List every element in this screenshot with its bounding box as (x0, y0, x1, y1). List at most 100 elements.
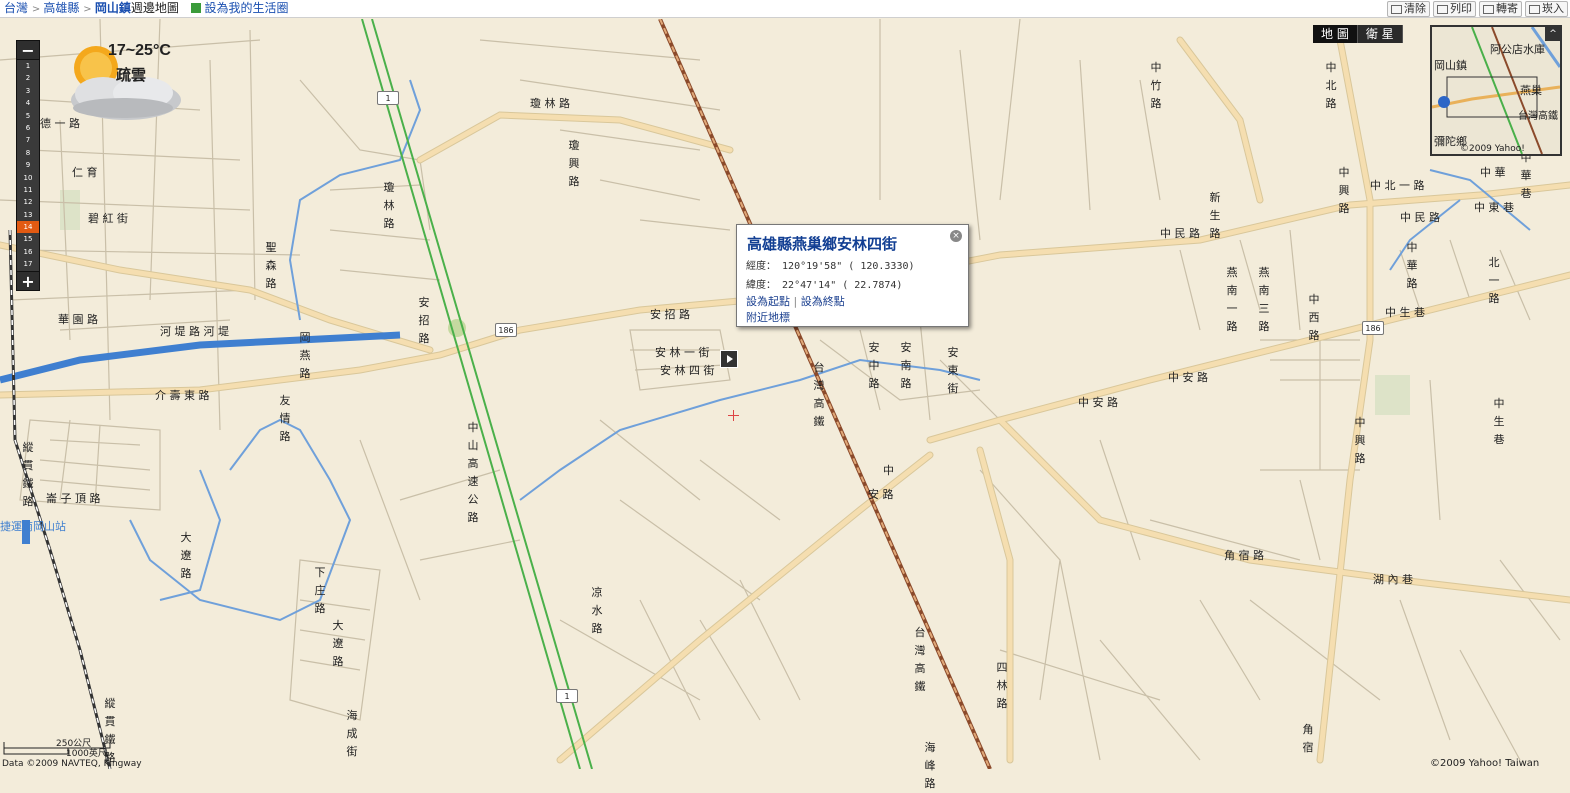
forward-button[interactable]: 轉寄 (1479, 1, 1522, 17)
set-end-link[interactable]: 設為終點 (801, 295, 845, 308)
print-button[interactable]: 列印 (1433, 1, 1476, 17)
zoom-level-6[interactable]: 6 (17, 122, 39, 134)
road-label: 中 生 巷 (1493, 397, 1505, 446)
map-center-crosshair (728, 410, 739, 421)
road-shield: 186 (1362, 321, 1384, 335)
overview-toggle-button[interactable]: ^ (1545, 27, 1561, 41)
road-label: 下 庄 路 (314, 566, 326, 615)
road-label: 中 竹 路 (1150, 61, 1162, 110)
map-view-button[interactable]: 地 圖 (1313, 25, 1358, 43)
road-label: 中 山 高 速 公 路 (467, 421, 479, 524)
breadcrumb-kaohsiung-county[interactable]: 高雄縣 (43, 1, 79, 15)
zoom-control: − 1 2 3 4 5 6 7 8 9 10 11 12 13 14 15 16 17 + (16, 40, 40, 291)
zoom-level-8[interactable]: 8 (17, 147, 39, 159)
road-label: 安 中 路 (868, 341, 880, 390)
road-label: 縱 貫 鐵 路 (22, 441, 34, 508)
zoom-level-10[interactable]: 10 (17, 172, 39, 184)
road-label: 凉 水 路 (591, 586, 603, 635)
road-label: 安 林 四 街 (660, 364, 715, 377)
weather-widget: 17~25°C 疏雲 (48, 38, 198, 128)
zoom-in-button[interactable]: + (16, 270, 40, 291)
zoom-level-14[interactable]: 14 (17, 221, 39, 234)
zoom-level-17[interactable]: 17 (17, 258, 39, 270)
road-label: 安 招 路 (650, 308, 690, 321)
clear-label: 清除 (1404, 2, 1426, 15)
latitude-row: 緯度： 22°47'14" ( 22.7874) (746, 276, 902, 291)
overview-copyright: ©2009 Yahoo! (1460, 144, 1525, 154)
zoom-level-bar[interactable]: 1 2 3 4 5 6 7 8 9 10 11 12 13 14 15 16 17 (16, 60, 40, 271)
zoom-level-15[interactable]: 15 (17, 233, 39, 245)
zoom-level-7[interactable]: 7 (17, 134, 39, 146)
zoom-level-4[interactable]: 4 (17, 97, 39, 109)
weather-temperature: 17~25°C (108, 42, 171, 59)
print-label: 列印 (1450, 2, 1472, 15)
zoom-level-16[interactable]: 16 (17, 246, 39, 258)
road-label: 安 林 一 街 (655, 346, 710, 359)
road-label: 岡 燕 路 (299, 331, 311, 380)
freeway-shield: 1 (377, 91, 399, 105)
road-label: 海 成 街 (346, 709, 358, 758)
zoom-level-3[interactable]: 3 (17, 85, 39, 97)
overview-map[interactable]: 阿公店水庫 岡山鎮 燕巢 台灣高鐵 彌陀鄉 ©2009 Yahoo! (1430, 25, 1562, 156)
road-label: 海 峰 路 (924, 741, 936, 790)
road-label: 新 生 路 (1209, 191, 1221, 240)
latitude-decimal: ( 22.7874) (842, 280, 903, 291)
breadcrumb-current-town[interactable]: 岡山鎮 (95, 1, 131, 15)
road-label: 台 灣 高 鐵 (914, 626, 926, 693)
freeway-shield: 1 (556, 689, 578, 703)
link-separator: | (793, 295, 798, 308)
embed-icon (1529, 4, 1540, 14)
breadcrumb-separator: > (83, 4, 95, 15)
road-label: 角 宿 路 (1224, 549, 1264, 562)
set-life-circle-link[interactable]: 設為我的生活圈 (205, 1, 289, 15)
forward-icon (1483, 4, 1494, 14)
embed-label: 崁入 (1542, 2, 1564, 15)
satellite-view-button[interactable]: 衛 星 (1357, 25, 1403, 43)
zoom-level-13[interactable]: 13 (17, 209, 39, 221)
road-label: 角 宿 (1302, 723, 1314, 754)
road-label: 安 招 路 (418, 296, 430, 345)
zoom-level-2[interactable]: 2 (17, 72, 39, 84)
road-label: 湖 內 巷 (1373, 573, 1413, 586)
popup-route-links: 設為起點 | 設為終點 (746, 293, 845, 309)
zoom-out-button[interactable]: − (16, 40, 40, 60)
road-label: 台 灣 高 鐵 (813, 361, 825, 428)
print-icon (1437, 4, 1448, 14)
top-bar: 台灣 > 高雄縣 > 岡山鎮週邊地圖 設為我的生活圈 清除 列印 轉寄 崁入 (0, 0, 1570, 18)
data-copyright: Data ©2009 NAVTEQ, Kingway (2, 759, 142, 769)
breadcrumb-suffix: 週邊地圖 (130, 1, 179, 15)
zoom-level-1[interactable]: 1 (17, 60, 39, 72)
road-label: 安 路 (868, 488, 894, 501)
nearby-landmarks-link[interactable]: 附近地標 (746, 309, 790, 325)
breadcrumb-taiwan[interactable]: 台灣 (4, 1, 28, 15)
road-label: 中 民 路 (1160, 227, 1200, 240)
latitude-label: 緯度： (746, 280, 776, 291)
embed-button[interactable]: 崁入 (1525, 1, 1568, 17)
road-label: 瓊 林 路 (530, 97, 570, 110)
plus-icon (190, 3, 201, 13)
road-label: 大 遼 路 (180, 531, 192, 580)
map-canvas[interactable]: 1 1 186 186 德 一 路 仁 育 碧 紅 街 瓊 林 路 華 園 路 … (0, 19, 1570, 790)
station-label: 捷運南岡山站 (0, 520, 66, 533)
location-info-popup: 高雄縣燕巢鄉安林四街 × 經度： 120°19'58" ( 120.3330) … (736, 224, 969, 327)
zoom-level-9[interactable]: 9 (17, 159, 39, 171)
longitude-row: 經度： 120°19'58" ( 120.3330) (746, 257, 915, 272)
zoom-level-12[interactable]: 12 (17, 196, 39, 208)
clear-button[interactable]: 清除 (1387, 1, 1430, 17)
road-label: 中 民 路 (1400, 211, 1440, 224)
road-label: 河 堤 路 河 堤 (160, 325, 229, 338)
breadcrumb: 台灣 > 高雄縣 > 岡山鎮週邊地圖 設為我的生活圈 (4, 1, 289, 17)
road-label: 瓊 林 路 (383, 181, 395, 230)
road-label: 友 情 路 (279, 394, 291, 443)
set-start-link[interactable]: 設為起點 (746, 295, 790, 308)
road-label: 中 西 路 (1308, 293, 1320, 342)
zoom-level-5[interactable]: 5 (17, 110, 39, 122)
road-label: 碧 紅 街 (88, 212, 128, 225)
road-label: 仁 育 (72, 166, 98, 179)
road-label: 大 遼 路 (332, 619, 344, 668)
close-icon[interactable]: × (950, 230, 962, 242)
scale-imperial: 1000英尺 (66, 749, 107, 759)
zoom-level-11[interactable]: 11 (17, 184, 39, 196)
location-marker-icon[interactable] (720, 350, 738, 368)
road-label: 中 安 路 (1168, 371, 1208, 384)
